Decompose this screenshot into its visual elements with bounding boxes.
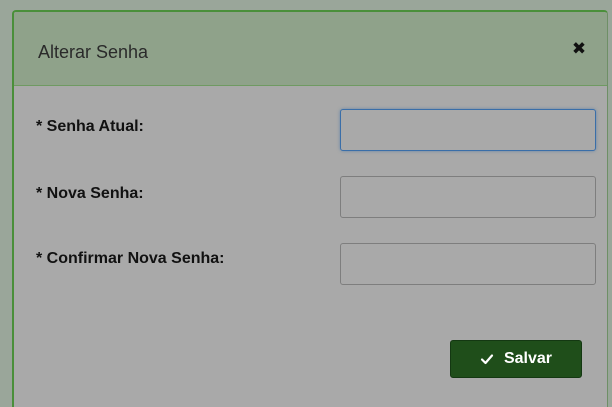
close-icon[interactable]: ✖	[569, 38, 589, 60]
new-password-input[interactable]	[340, 176, 596, 218]
dialog-title: Alterar Senha	[38, 42, 149, 62]
save-button[interactable]: Salvar	[450, 340, 582, 378]
save-button-label: Salvar	[503, 350, 553, 367]
confirm-password-input[interactable]	[340, 243, 596, 285]
dialog-header: Alterar Senha ✖	[14, 12, 607, 86]
new-password-label: * Nova Senha:	[36, 185, 144, 202]
current-password-input[interactable]	[340, 109, 596, 151]
check-icon	[480, 354, 494, 365]
confirm-password-label: * Confirmar Nova Senha:	[36, 250, 225, 267]
change-password-dialog: Alterar Senha ✖ * Senha Atual: * Nova Se…	[12, 10, 608, 407]
current-password-label: * Senha Atual:	[36, 118, 144, 135]
